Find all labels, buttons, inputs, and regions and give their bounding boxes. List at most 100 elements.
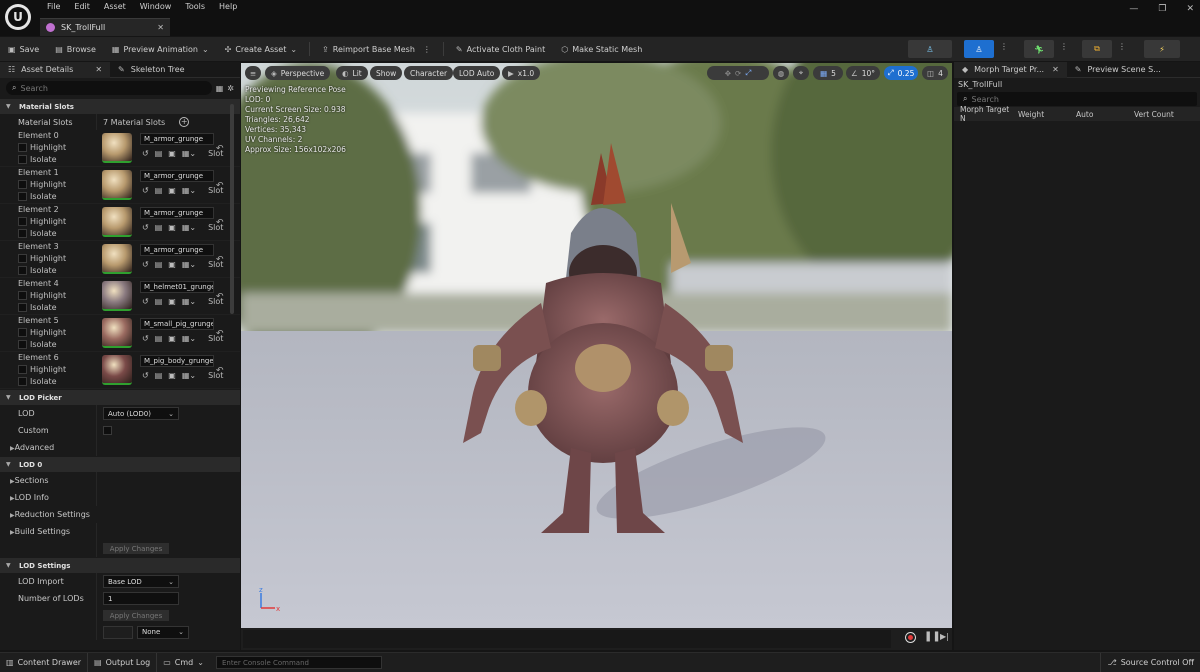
lod0-info-row[interactable]: ▶LOD Info — [0, 489, 240, 506]
material-name-field[interactable]: M_armor_grunge — [140, 207, 214, 219]
minimize-icon[interactable]: — — [1129, 4, 1138, 14]
preview-animation-button[interactable]: ▦ Preview Animation ⌄ — [104, 37, 217, 61]
camera-speed-button[interactable]: ◫ 4 — [922, 66, 948, 80]
material-thumbnail[interactable] — [102, 207, 132, 237]
more-icon[interactable]: ⋮ — [1060, 42, 1068, 51]
lit-button[interactable]: ◐ Lit — [336, 66, 368, 80]
material-name-field[interactable]: M_small_pig_grunge — [140, 318, 214, 330]
tab-skeleton-tree[interactable]: ✎ Skeleton Tree — [110, 62, 193, 78]
viewport-menu-button[interactable]: ≡ — [245, 66, 261, 80]
highlight-checkbox[interactable] — [18, 143, 27, 152]
scale-snap-button[interactable]: ⤢ 0.25 — [884, 66, 918, 80]
highlight-checkbox[interactable] — [18, 180, 27, 189]
material-name-field[interactable]: M_pig_body_grunge — [140, 355, 214, 367]
maximize-icon[interactable]: ❐ — [1158, 4, 1166, 14]
browse-asset-icon[interactable]: ▤ — [155, 186, 163, 195]
create-asset-button[interactable]: ✣ Create Asset ⌄ — [217, 37, 305, 61]
revert-icon[interactable]: ↶ — [216, 144, 224, 154]
material-thumbnail[interactable] — [102, 244, 132, 274]
close-icon[interactable]: ✕ — [1052, 62, 1059, 78]
col-weight[interactable]: Weight — [1012, 110, 1070, 119]
col-morph-target-name[interactable]: Morph Target N — [954, 105, 1012, 123]
use-selected-icon[interactable]: ▣ — [168, 371, 176, 380]
details-scrollbar[interactable] — [230, 104, 234, 314]
lod-dropdown[interactable]: Auto (LOD0) ⌄ — [103, 407, 179, 420]
highlight-checkbox[interactable] — [18, 365, 27, 374]
console-input[interactable]: Enter Console Command — [215, 656, 382, 669]
revert-icon[interactable]: ↶ — [216, 255, 224, 265]
isolate-checkbox[interactable] — [18, 229, 27, 238]
category-lod-picker[interactable]: ▼ LOD Picker — [0, 389, 240, 405]
skeleton-mode-button[interactable]: ♙ — [908, 40, 952, 58]
lod0-reduction-row[interactable]: ▶Reduction Settings — [0, 506, 240, 523]
more-icon[interactable]: ⋮ — [1118, 42, 1126, 51]
use-selected-icon[interactable]: ▣ — [168, 223, 176, 232]
cmd-button[interactable]: ▭ Cmd ⌄ — [157, 653, 210, 672]
revert-icon[interactable]: ↶ — [216, 329, 224, 339]
character-button[interactable]: Character — [404, 66, 454, 80]
revert-icon[interactable]: ↶ — [216, 366, 224, 376]
angle-snap-button[interactable]: ∠ 10° — [846, 66, 880, 80]
use-selected-icon[interactable]: ▣ — [168, 297, 176, 306]
tab-morph-target-preview[interactable]: ◆ Morph Target Pr... ✕ — [954, 61, 1067, 78]
blueprint-mode-button[interactable]: ⧉ — [1082, 40, 1112, 58]
reset-arrow-icon[interactable]: ↺ — [142, 371, 149, 380]
activate-cloth-paint-button[interactable]: ✎ Activate Cloth Paint — [448, 37, 553, 61]
material-options-icon[interactable]: ▦⌄ — [182, 334, 196, 343]
material-options-icon[interactable]: ▦⌄ — [182, 260, 196, 269]
browse-asset-icon[interactable]: ▤ — [155, 223, 163, 232]
category-lod0[interactable]: ▼ LOD 0 — [0, 456, 240, 472]
physics-mode-button[interactable]: ⚡ — [1144, 40, 1180, 58]
menu-edit[interactable]: Edit — [67, 2, 97, 12]
reset-arrow-icon[interactable]: ↺ — [142, 297, 149, 306]
pause-icon[interactable]: ❚❚ — [924, 631, 941, 642]
reimport-button[interactable]: ⇪ Reimport Base Mesh ⋮ — [314, 37, 439, 61]
material-thumbnail[interactable] — [102, 318, 132, 348]
col-vert-count[interactable]: Vert Count — [1128, 110, 1174, 119]
menu-tools[interactable]: Tools — [178, 2, 212, 12]
lod0-build-row[interactable]: ▶Build Settings — [0, 523, 240, 540]
num-lods-input[interactable]: 1 — [103, 592, 179, 605]
highlight-checkbox[interactable] — [18, 291, 27, 300]
material-options-icon[interactable]: ▦⌄ — [182, 297, 196, 306]
revert-icon[interactable]: ↶ — [216, 181, 224, 191]
document-tab[interactable]: SK_TrollFull ✕ — [40, 18, 170, 36]
output-log-button[interactable]: ▤ Output Log — [88, 652, 158, 672]
world-local-button[interactable]: ◍ — [773, 66, 789, 80]
more-icon[interactable]: ⋮ — [1000, 42, 1008, 51]
tab-preview-scene-settings[interactable]: ✎ Preview Scene S... — [1067, 62, 1169, 78]
highlight-checkbox[interactable] — [18, 328, 27, 337]
custom-checkbox[interactable] — [103, 426, 112, 435]
add-slot-icon[interactable]: + — [179, 117, 190, 127]
table-view-icon[interactable]: ▦ — [216, 84, 224, 93]
details-search-input[interactable]: ⌕ Search — [6, 81, 212, 95]
transform-tools-group[interactable]: ✥ ⟳ ⤢ — [707, 66, 769, 80]
isolate-checkbox[interactable] — [18, 377, 27, 386]
reset-arrow-icon[interactable]: ↺ — [142, 334, 149, 343]
category-lod-settings[interactable]: ▼ LOD Settings — [0, 557, 240, 573]
isolate-checkbox[interactable] — [18, 266, 27, 275]
lod-auto-button[interactable]: LOD Auto — [453, 66, 501, 80]
browse-asset-icon[interactable]: ▤ — [155, 149, 163, 158]
browse-asset-icon[interactable]: ▤ — [155, 371, 163, 380]
close-icon[interactable]: ✕ — [95, 62, 102, 78]
save-button[interactable]: ▣ Save — [0, 37, 47, 61]
use-selected-icon[interactable]: ▣ — [168, 260, 176, 269]
highlight-checkbox[interactable] — [18, 217, 27, 226]
material-options-icon[interactable]: ▦⌄ — [182, 223, 196, 232]
isolate-checkbox[interactable] — [18, 192, 27, 201]
material-options-icon[interactable]: ▦⌄ — [182, 149, 196, 158]
category-material-slots[interactable]: ▼ Material Slots — [0, 98, 240, 114]
settings-icon[interactable]: ✲ — [227, 84, 234, 93]
material-name-field[interactable]: M_helmet01_grunge — [140, 281, 214, 293]
material-thumbnail[interactable] — [102, 355, 132, 385]
step-forward-icon[interactable]: ▶| — [940, 632, 949, 641]
none-dropdown[interactable]: None ⌄ — [137, 625, 189, 639]
revert-icon[interactable]: ↶ — [216, 218, 224, 228]
material-name-field[interactable]: M_armor_grunge — [140, 170, 214, 182]
use-selected-icon[interactable]: ▣ — [168, 334, 176, 343]
material-thumbnail[interactable] — [102, 170, 132, 200]
use-selected-icon[interactable]: ▣ — [168, 149, 176, 158]
material-name-field[interactable]: M_armor_grunge — [140, 133, 214, 145]
morph-search-input[interactable]: ⌕ Search — [957, 92, 1197, 106]
